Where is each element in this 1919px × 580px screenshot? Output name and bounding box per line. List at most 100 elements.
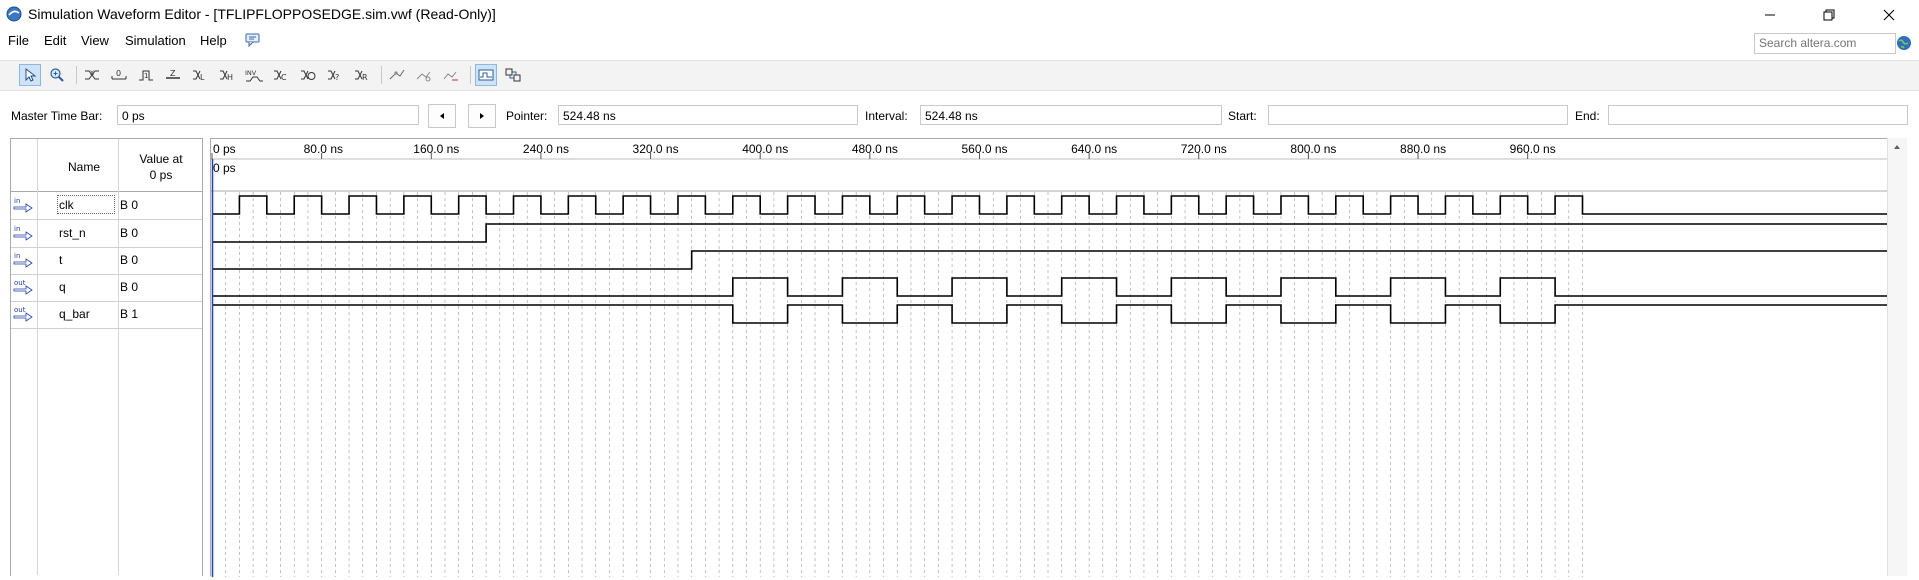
select-tool-button[interactable] xyxy=(19,64,41,86)
feedback-icon[interactable] xyxy=(245,33,261,47)
count-value-button[interactable]: C xyxy=(270,64,292,86)
master-time-bar-field[interactable]: 0 ps xyxy=(117,105,419,125)
waveform-canvas[interactable]: 0 ps 80.0 ns 160.0 ns 240.0 ns 320.0 ns 400.0… xyxy=(211,139,1899,577)
restore-button[interactable] xyxy=(1806,0,1852,29)
random-value-button[interactable]: R xyxy=(351,64,373,86)
forcing-low-button[interactable]: 0 xyxy=(108,64,130,86)
minimize-button[interactable] xyxy=(1747,0,1793,29)
snap-to-grid-button[interactable] xyxy=(386,64,408,86)
signal-value: B 0 xyxy=(120,198,139,212)
count-value-icon: C xyxy=(274,70,287,82)
weak-high-button[interactable]: H xyxy=(216,64,238,86)
invert-button[interactable]: INV xyxy=(243,64,265,86)
zoom-tool-button[interactable] xyxy=(46,64,68,86)
start-field[interactable] xyxy=(1268,105,1568,125)
svg-text:C: C xyxy=(281,73,287,82)
signal-name: q xyxy=(59,280,66,294)
master-time-bar-label: Master Time Bar: xyxy=(11,109,103,123)
vertical-scrollbar[interactable] xyxy=(1887,138,1907,576)
signal-list-header: Name Value at 0 ps xyxy=(11,139,202,192)
value-header-line1: Value at xyxy=(139,152,183,166)
ruler-label: 480.0 ns xyxy=(852,142,898,156)
input-pin-icon: in xyxy=(13,252,33,268)
close-button[interactable] xyxy=(1866,0,1912,29)
triangle-right-icon xyxy=(480,113,484,119)
compare-icon xyxy=(505,68,521,82)
menu-view[interactable]: View xyxy=(81,33,109,48)
output-pin-icon: out xyxy=(13,306,33,322)
value-header-line2: 0 ps xyxy=(149,168,173,182)
signal-name: q_bar xyxy=(59,307,90,321)
ruler-label: 240.0 ns xyxy=(523,142,569,156)
compare-button[interactable] xyxy=(502,64,524,86)
clock-value-button[interactable] xyxy=(297,64,319,86)
waveform-clk xyxy=(212,195,1888,215)
grid-settings-button[interactable] xyxy=(413,64,435,86)
signal-value: B 0 xyxy=(120,253,139,267)
value-column-header[interactable]: Value at 0 ps xyxy=(119,151,203,183)
signal-name: clk xyxy=(59,198,74,212)
toolbar-separator xyxy=(381,66,382,84)
ruler-label: 0 ps xyxy=(213,142,236,156)
input-pin-icon: in xyxy=(13,197,33,213)
interval-label: Interval: xyxy=(865,109,908,123)
signal-row-q[interactable]: out q B 0 xyxy=(11,274,202,302)
signal-row-t[interactable]: in t B 0 xyxy=(11,247,202,275)
rename-button[interactable] xyxy=(440,64,462,86)
grid-settings-icon xyxy=(416,71,431,82)
previous-transition-button[interactable] xyxy=(428,104,456,128)
weak-low-button[interactable]: L xyxy=(189,64,211,86)
ruler-label: 960.0 ns xyxy=(1510,142,1556,156)
next-transition-button[interactable] xyxy=(468,104,496,128)
waveform-rst_n xyxy=(212,223,1888,243)
forcing-unknown-button[interactable]: X xyxy=(81,64,103,86)
interval-field: 524.48 ns xyxy=(920,105,1222,125)
end-field[interactable] xyxy=(1608,105,1908,125)
ruler-label: 80.0 ns xyxy=(304,142,343,156)
ruler-label: 160.0 ns xyxy=(413,142,459,156)
title-bar: Simulation Waveform Editor - [TFLIPFLOPP… xyxy=(0,0,1919,29)
menu-file[interactable]: File xyxy=(8,33,29,48)
ruler-label: 720.0 ns xyxy=(1181,142,1227,156)
menu-bar: File Edit View Simulation Help xyxy=(0,29,1919,53)
high-impedance-button[interactable]: Z xyxy=(162,64,184,86)
menu-edit[interactable]: Edit xyxy=(44,33,66,48)
search-box xyxy=(1754,33,1896,54)
svg-text:in: in xyxy=(14,252,20,260)
globe-icon[interactable] xyxy=(1896,35,1912,51)
weak-low-icon: L xyxy=(193,70,205,82)
signal-row-clk[interactable]: in clk B 0 xyxy=(11,192,202,220)
weak-high-icon: H xyxy=(220,70,233,82)
ruler-label: 560.0 ns xyxy=(961,142,1007,156)
svg-text:H: H xyxy=(227,73,233,82)
signal-value: B 1 xyxy=(120,307,139,321)
signal-name: t xyxy=(59,253,63,267)
name-column-header[interactable]: Name xyxy=(48,160,120,174)
scroll-up-icon[interactable] xyxy=(1893,144,1901,150)
end-label: End: xyxy=(1575,109,1600,123)
clock-value-icon xyxy=(301,70,316,80)
toolbar-separator xyxy=(76,66,77,84)
svg-text:out: out xyxy=(14,306,26,314)
high-impedance-icon: Z xyxy=(166,69,180,79)
search-input[interactable] xyxy=(1755,34,1893,51)
time-cursor-label: 0 ps xyxy=(213,161,236,175)
arbitrary-value-button[interactable]: ? xyxy=(324,64,346,86)
start-label: Start: xyxy=(1228,109,1257,123)
ruler-label: 880.0 ns xyxy=(1400,142,1446,156)
waveform-panel[interactable]: 0 ps 80.0 ns 160.0 ns 240.0 ns 320.0 ns 400.0… xyxy=(210,138,1900,577)
svg-text:0: 0 xyxy=(116,69,121,78)
waveform-t xyxy=(212,250,1888,270)
forcing-high-button[interactable]: 1 xyxy=(135,64,157,86)
invert-icon: INV xyxy=(245,69,263,82)
menu-simulation[interactable]: Simulation xyxy=(125,33,186,48)
show-waveform-icon xyxy=(478,69,494,81)
arbitrary-value-icon: ? xyxy=(328,70,339,82)
menu-help[interactable]: Help xyxy=(200,33,227,48)
signal-row-rst_n[interactable]: in rst_n B 0 xyxy=(11,220,202,248)
show-waveform-button[interactable] xyxy=(475,64,497,86)
forcing-high-icon: 1 xyxy=(139,70,153,81)
waveform-q_bar xyxy=(212,304,1888,324)
ruler-label: 640.0 ns xyxy=(1071,142,1117,156)
signal-row-q_bar[interactable]: out q_bar B 1 xyxy=(11,301,202,329)
